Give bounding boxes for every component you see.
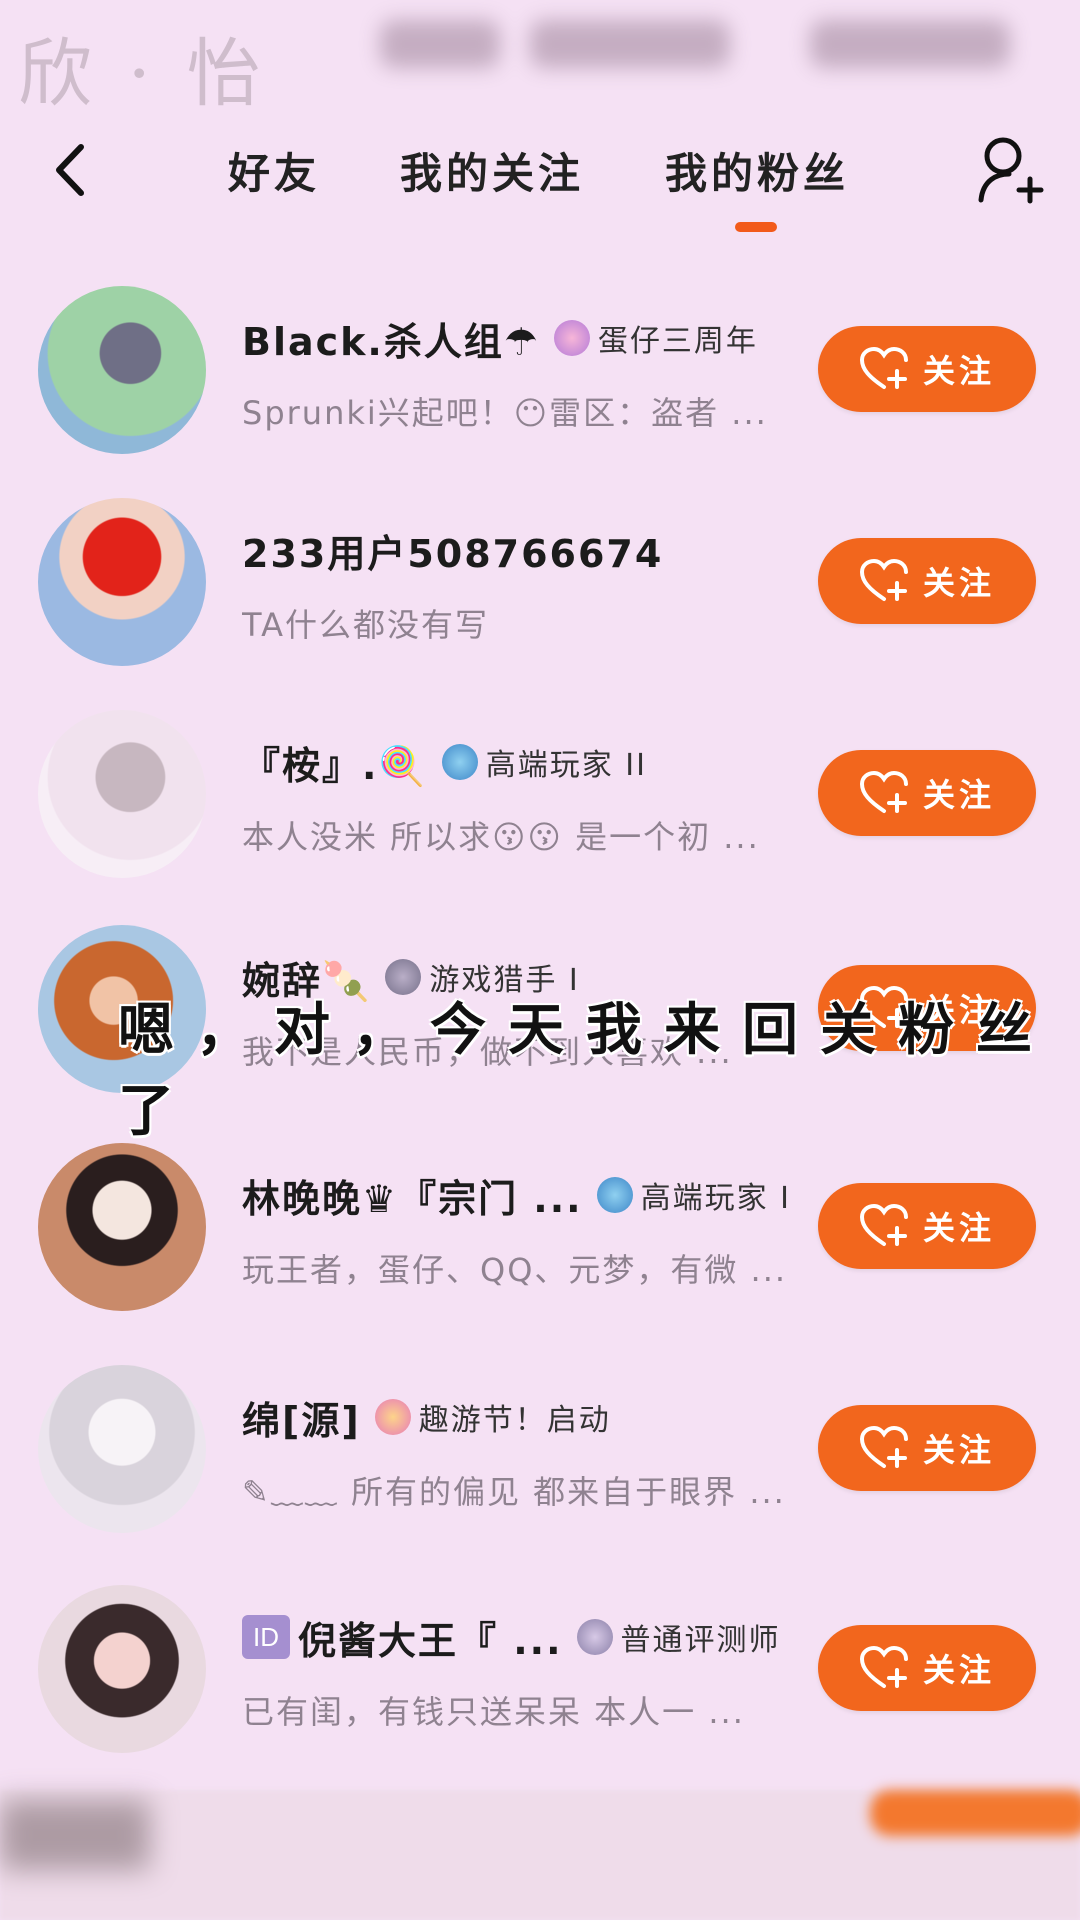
heart-plus-icon bbox=[859, 559, 908, 601]
fan-description: TA什么都没有写 bbox=[242, 606, 489, 644]
badge-icon bbox=[374, 1399, 411, 1435]
follow-label: 关注 bbox=[922, 1209, 995, 1247]
fan-description: 玩王者，蛋仔、QQ、元梦，有微 ... bbox=[242, 1251, 782, 1289]
avatar[interactable] bbox=[38, 1143, 206, 1311]
fan-name: 林晚晚♛『宗门 ... bbox=[242, 1176, 583, 1221]
tab-fans[interactable]: 我的粉丝 bbox=[665, 140, 849, 201]
badge-label: 趣游节！启动 bbox=[418, 1403, 611, 1438]
fan-name: 『桉』.🍭 bbox=[242, 743, 428, 788]
fan-name: Black.杀人组☂ bbox=[242, 319, 540, 364]
active-tab-indicator bbox=[735, 222, 777, 232]
avatar[interactable] bbox=[38, 286, 206, 454]
follow-label: 关注 bbox=[922, 1431, 995, 1469]
avatar[interactable] bbox=[38, 710, 206, 878]
follow-button[interactable]: 关注 bbox=[818, 750, 1036, 836]
video-caption: 嗯，对，今天我来回关粉丝了 bbox=[118, 998, 1054, 1144]
follow-button[interactable]: 关注 bbox=[818, 1183, 1036, 1269]
badge-icon bbox=[576, 1619, 613, 1655]
avatar[interactable] bbox=[38, 1585, 206, 1753]
blurred-bottom-area bbox=[0, 1790, 1080, 1920]
badge-icon bbox=[553, 320, 590, 356]
fan-name: 233用户508766674 bbox=[242, 531, 664, 576]
avatar[interactable] bbox=[38, 498, 206, 666]
back-button[interactable] bbox=[40, 130, 100, 210]
fan-description: 本人没米 所以求😗😗 是一个初 ... bbox=[242, 818, 760, 856]
id-tag: ID bbox=[242, 1615, 290, 1659]
fan-description: 已有闺，有钱只送呆呆 本人一 ... bbox=[242, 1693, 745, 1731]
list-item[interactable]: 233用户508766674 TA什么都没有写 关注 bbox=[0, 488, 1080, 688]
list-item[interactable]: 林晚晚♛『宗门 ... 高端玩家 I 玩王者，蛋仔、QQ、元梦，有微 ... 关… bbox=[0, 1133, 1080, 1333]
fan-description: Sprunki兴起吧！😶雷区：盗者 ... bbox=[242, 394, 768, 432]
badge-label: 普通评测师 bbox=[620, 1623, 781, 1658]
blurred-status-area bbox=[330, 0, 1080, 110]
fan-name: 绵[源] bbox=[242, 1398, 361, 1443]
heart-plus-icon bbox=[859, 1204, 908, 1246]
follow-button[interactable]: 关注 bbox=[818, 1405, 1036, 1491]
follow-button[interactable]: 关注 bbox=[818, 538, 1036, 624]
list-item[interactable]: 绵[源] 趣游节！启动 ✎﹏﹏ 所有的偏见 都来自于眼界 ... 关注 bbox=[0, 1355, 1080, 1555]
back-arrow-icon bbox=[56, 144, 84, 196]
tab-following[interactable]: 我的关注 bbox=[400, 140, 584, 201]
follow-label: 关注 bbox=[922, 564, 995, 602]
badge-icon bbox=[596, 1177, 633, 1213]
tab-friends[interactable]: 好友 bbox=[228, 140, 320, 201]
top-navigation: 好友 我的关注 我的粉丝 bbox=[0, 110, 1080, 240]
badge-icon bbox=[441, 744, 478, 780]
heart-plus-icon bbox=[859, 1426, 908, 1468]
fan-name: 倪酱大王『 ... bbox=[298, 1618, 563, 1663]
list-item[interactable]: ID 倪酱大王『 ... 普通评测师 已有闺，有钱只送呆呆 本人一 ... 关注 bbox=[0, 1575, 1080, 1775]
heart-plus-icon bbox=[859, 1646, 908, 1688]
follow-label: 关注 bbox=[922, 352, 995, 390]
add-user-icon bbox=[978, 137, 1044, 204]
badge-label: 高端玩家 I bbox=[640, 1181, 791, 1216]
add-friend-button[interactable] bbox=[975, 130, 1045, 210]
badge-label: 蛋仔三周年 bbox=[597, 324, 758, 359]
follow-label: 关注 bbox=[922, 1651, 995, 1689]
heart-plus-icon bbox=[859, 347, 908, 389]
heart-plus-icon bbox=[859, 771, 908, 813]
watermark: 欣 · 怡 bbox=[18, 31, 267, 117]
avatar[interactable] bbox=[38, 1365, 206, 1533]
list-item[interactable]: 『桉』.🍭 高端玩家 II 本人没米 所以求😗😗 是一个初 ... 关注 bbox=[0, 700, 1080, 900]
follow-label: 关注 bbox=[922, 776, 995, 814]
follow-button[interactable]: 关注 bbox=[818, 1625, 1036, 1711]
badge-label: 高端玩家 II bbox=[485, 748, 647, 783]
fan-description: ✎﹏﹏ 所有的偏见 都来自于眼界 ... bbox=[242, 1473, 782, 1511]
follow-button[interactable]: 关注 bbox=[818, 326, 1036, 412]
list-item[interactable]: Black.杀人组☂ 蛋仔三周年 Sprunki兴起吧！😶雷区：盗者 ... 关… bbox=[0, 276, 1080, 476]
